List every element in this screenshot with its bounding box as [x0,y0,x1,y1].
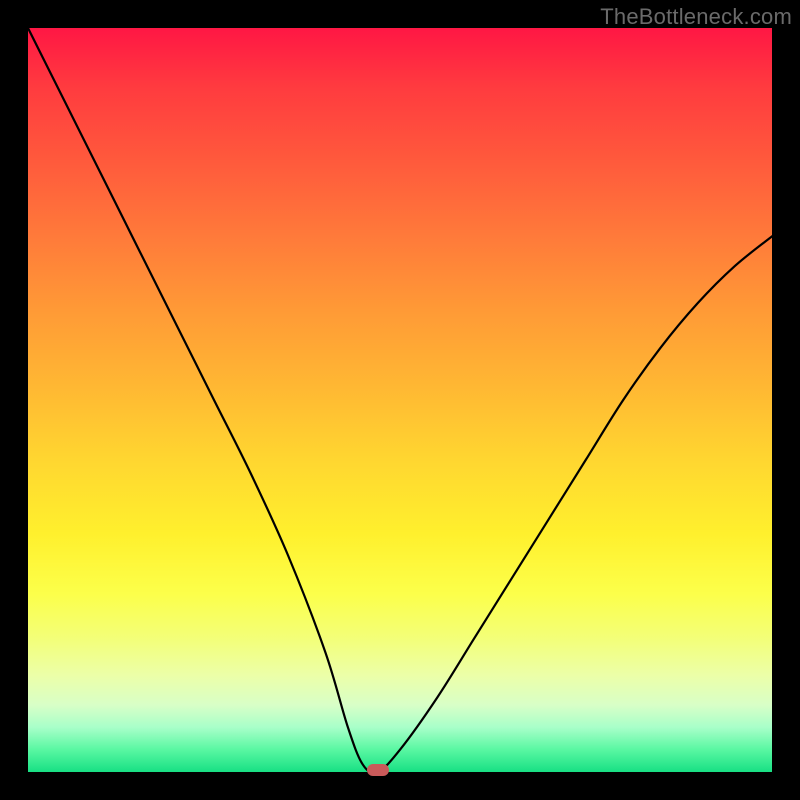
bottleneck-curve [28,28,772,772]
minimum-marker [367,764,389,776]
chart-frame: TheBottleneck.com [0,0,800,800]
plot-area [28,28,772,772]
watermark-text: TheBottleneck.com [600,4,792,30]
